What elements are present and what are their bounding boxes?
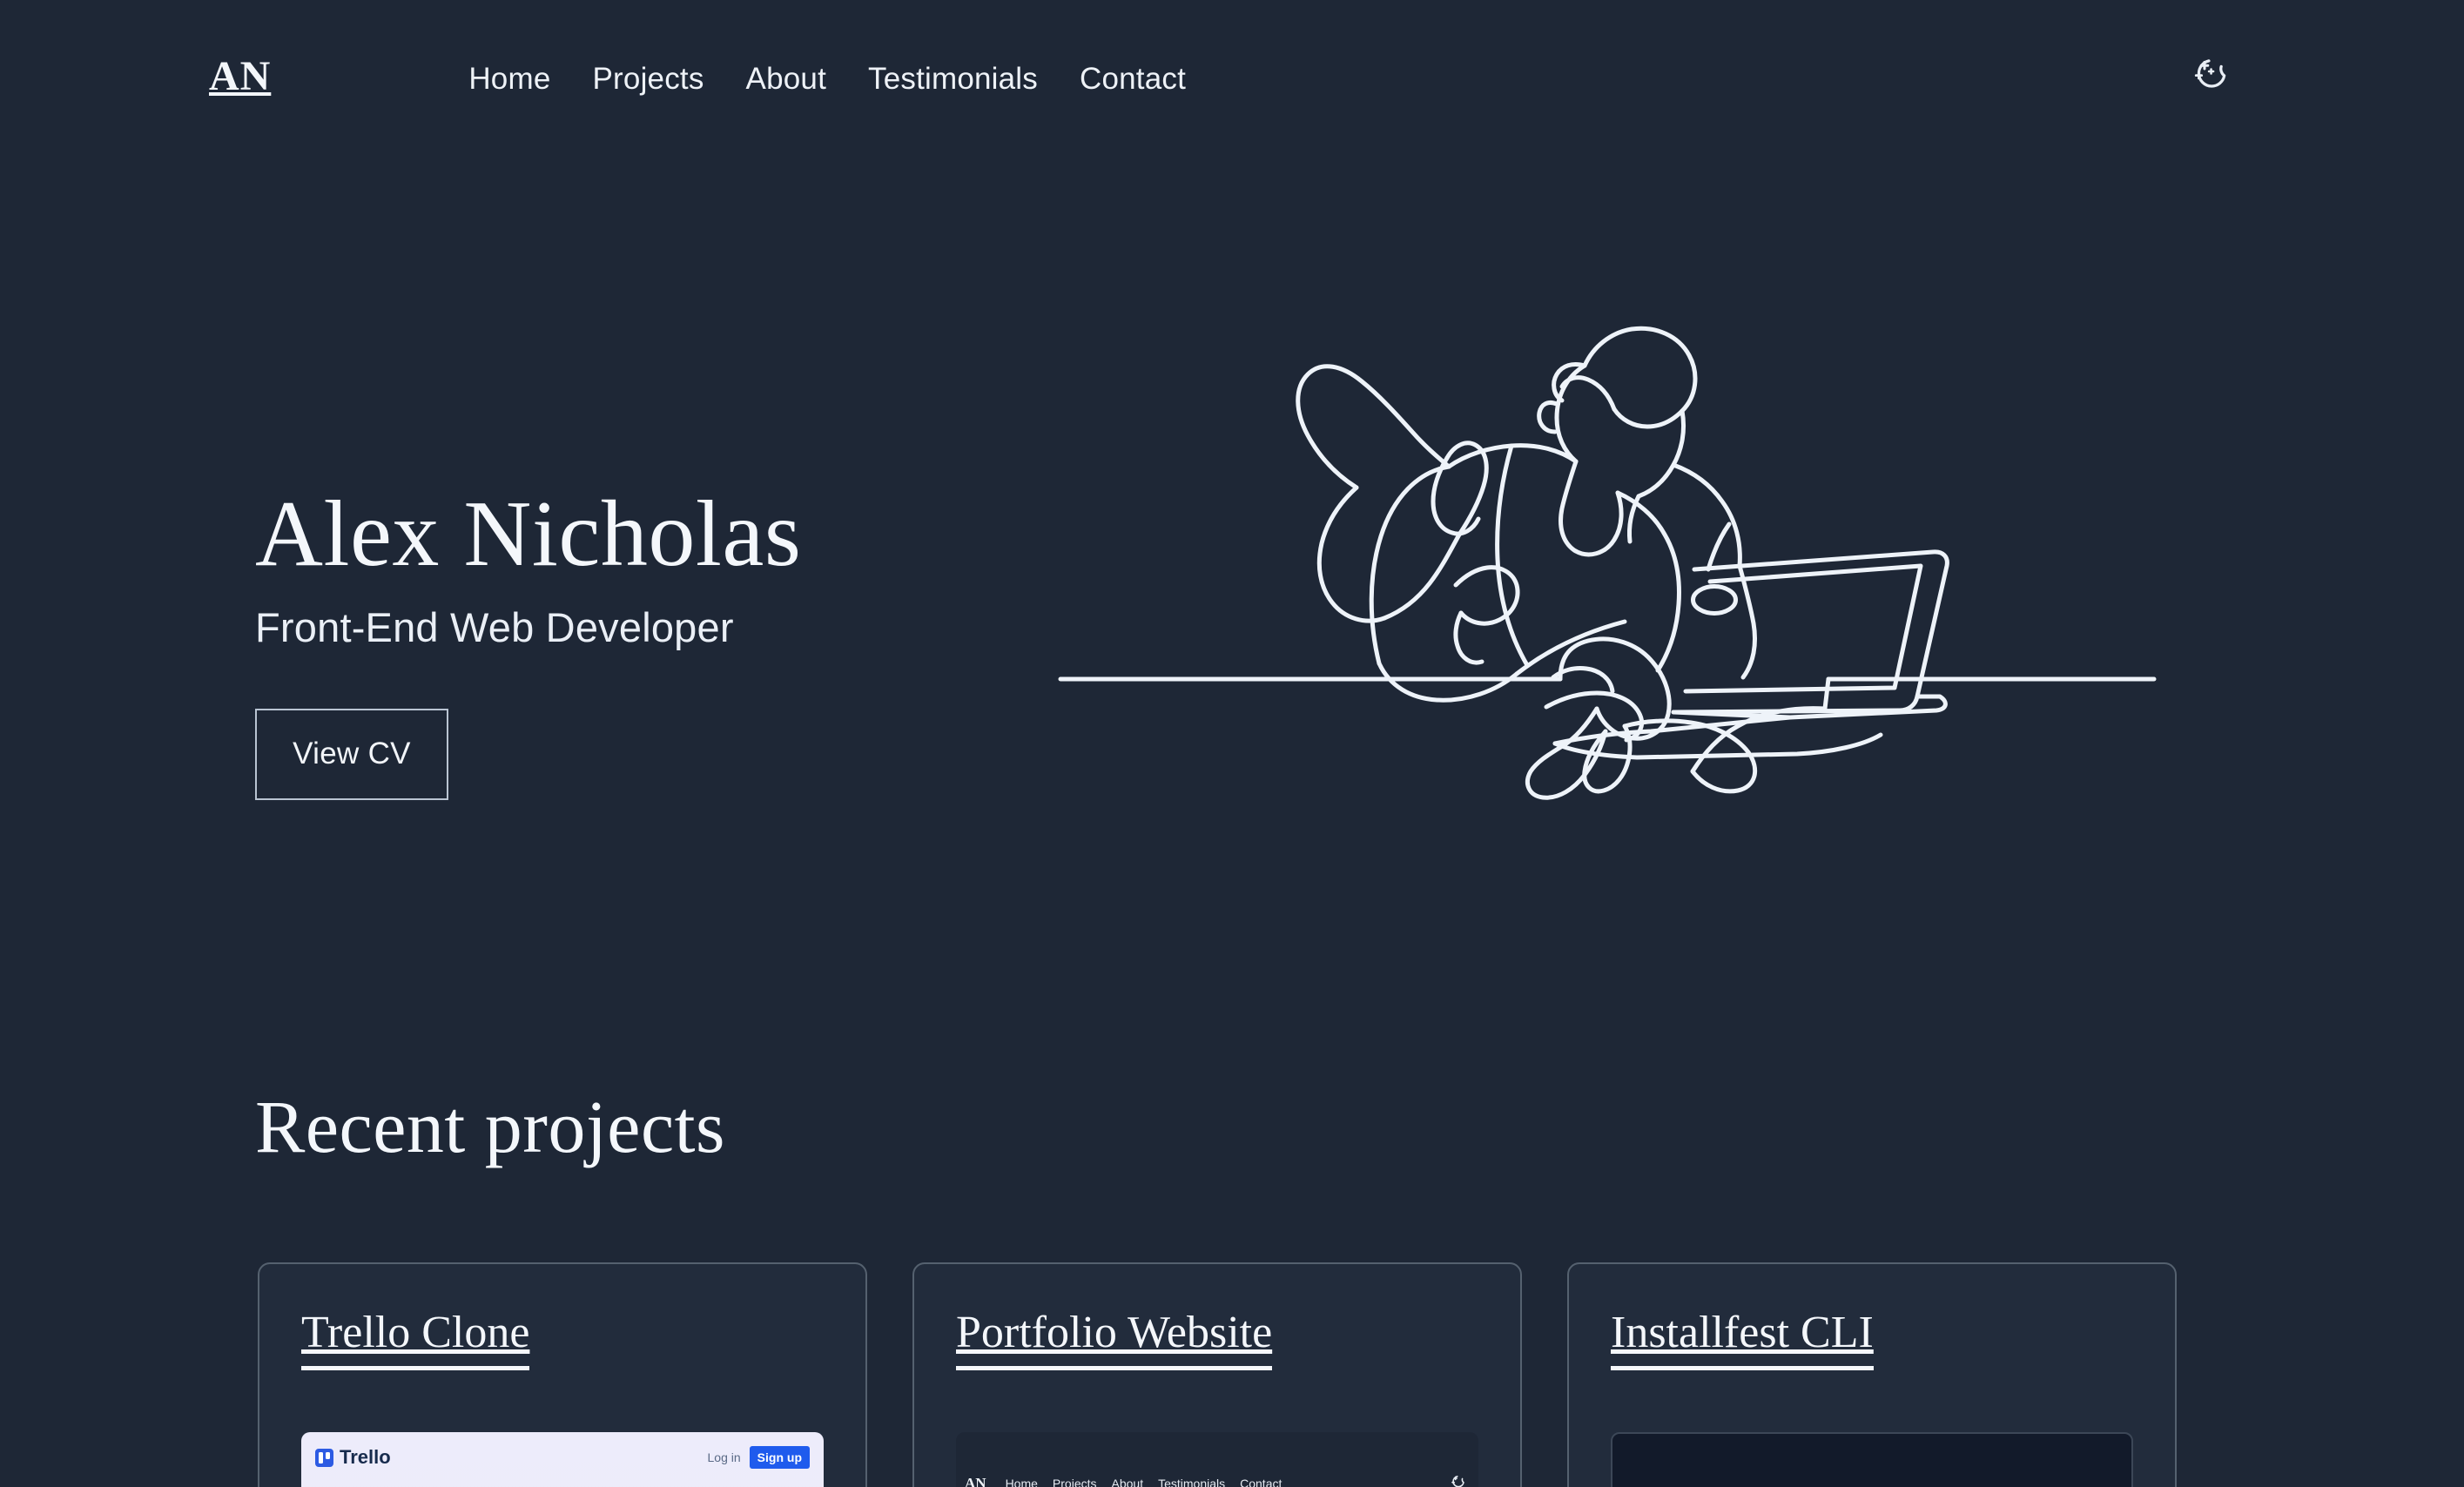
portfolio-preview-logo: AN — [965, 1475, 986, 1487]
project-title-link[interactable]: Installfest CLI — [1611, 1309, 1874, 1370]
nav-item-projects[interactable]: Projects — [572, 62, 725, 97]
portfolio-preview-nav: AN Home Projects About Testimonials Cont… — [956, 1474, 1478, 1487]
nav-item-testimonials[interactable]: Testimonials — [847, 62, 1059, 97]
project-title-link[interactable]: Trello Clone — [301, 1309, 530, 1370]
project-preview-trello: Trello Log in Sign up — [301, 1432, 824, 1487]
nav-item-contact[interactable]: Contact — [1059, 62, 1207, 97]
logo-link[interactable]: AN — [209, 56, 271, 103]
theme-toggle-button[interactable] — [2184, 51, 2239, 107]
project-card-portfolio-website[interactable]: Portfolio Website AN Home Projects About… — [912, 1262, 1522, 1487]
portfolio-preview-link-projects: Projects — [1052, 1477, 1097, 1487]
project-card-trello-clone[interactable]: Trello Clone Trello Log in Sign up — [258, 1262, 867, 1487]
trello-preview-topbar: Trello Log in Sign up — [301, 1432, 824, 1472]
trello-board-icon — [315, 1448, 333, 1467]
project-card-installfest-cli[interactable]: Installfest CLI — [1567, 1262, 2177, 1487]
hero-subtitle: Front-End Web Developer — [255, 603, 734, 650]
trello-login-link: Log in — [707, 1450, 741, 1464]
nav-item-home[interactable]: Home — [448, 62, 571, 97]
moon-stars-icon — [2188, 55, 2235, 104]
trello-logo: Trello — [315, 1446, 391, 1469]
moon-stars-icon — [1449, 1474, 1468, 1487]
portfolio-preview-link-testimonials: Testimonials — [1158, 1477, 1226, 1487]
trello-logo-text: Trello — [340, 1446, 391, 1468]
hero-copy: Alex Nicholas Front-End Web Developer Vi… — [255, 482, 1126, 800]
nav-item-about[interactable]: About — [725, 62, 847, 97]
recent-projects-section: Recent projects Trello Clone Trello Log … — [0, 1083, 2464, 1487]
project-card-grid: Trello Clone Trello Log in Sign up Portf… — [0, 1262, 2464, 1487]
trello-signup-button: Sign up — [749, 1446, 810, 1469]
page-title: Alex Nicholas — [255, 482, 802, 586]
project-title-link[interactable]: Portfolio Website — [956, 1309, 1273, 1370]
portfolio-preview-link-contact: Contact — [1240, 1477, 1282, 1487]
trello-preview-actions: Log in Sign up — [708, 1446, 810, 1469]
project-preview-portfolio: AN Home Projects About Testimonials Cont… — [956, 1432, 1478, 1487]
hero-section: Alex Nicholas Front-End Web Developer Vi… — [0, 158, 2464, 1083]
project-preview-terminal — [1611, 1432, 2133, 1487]
hero-illustration — [1027, 176, 2185, 803]
portfolio-preview-link-home: Home — [1005, 1477, 1038, 1487]
portfolio-preview-link-about: About — [1111, 1477, 1144, 1487]
section-title: Recent projects — [255, 1085, 726, 1168]
primary-navigation: Home Projects About Testimonials Contact — [448, 62, 1207, 97]
view-cv-button[interactable]: View CV — [255, 708, 448, 800]
site-header: AN Home Projects About Testimonials Cont… — [0, 0, 2464, 158]
